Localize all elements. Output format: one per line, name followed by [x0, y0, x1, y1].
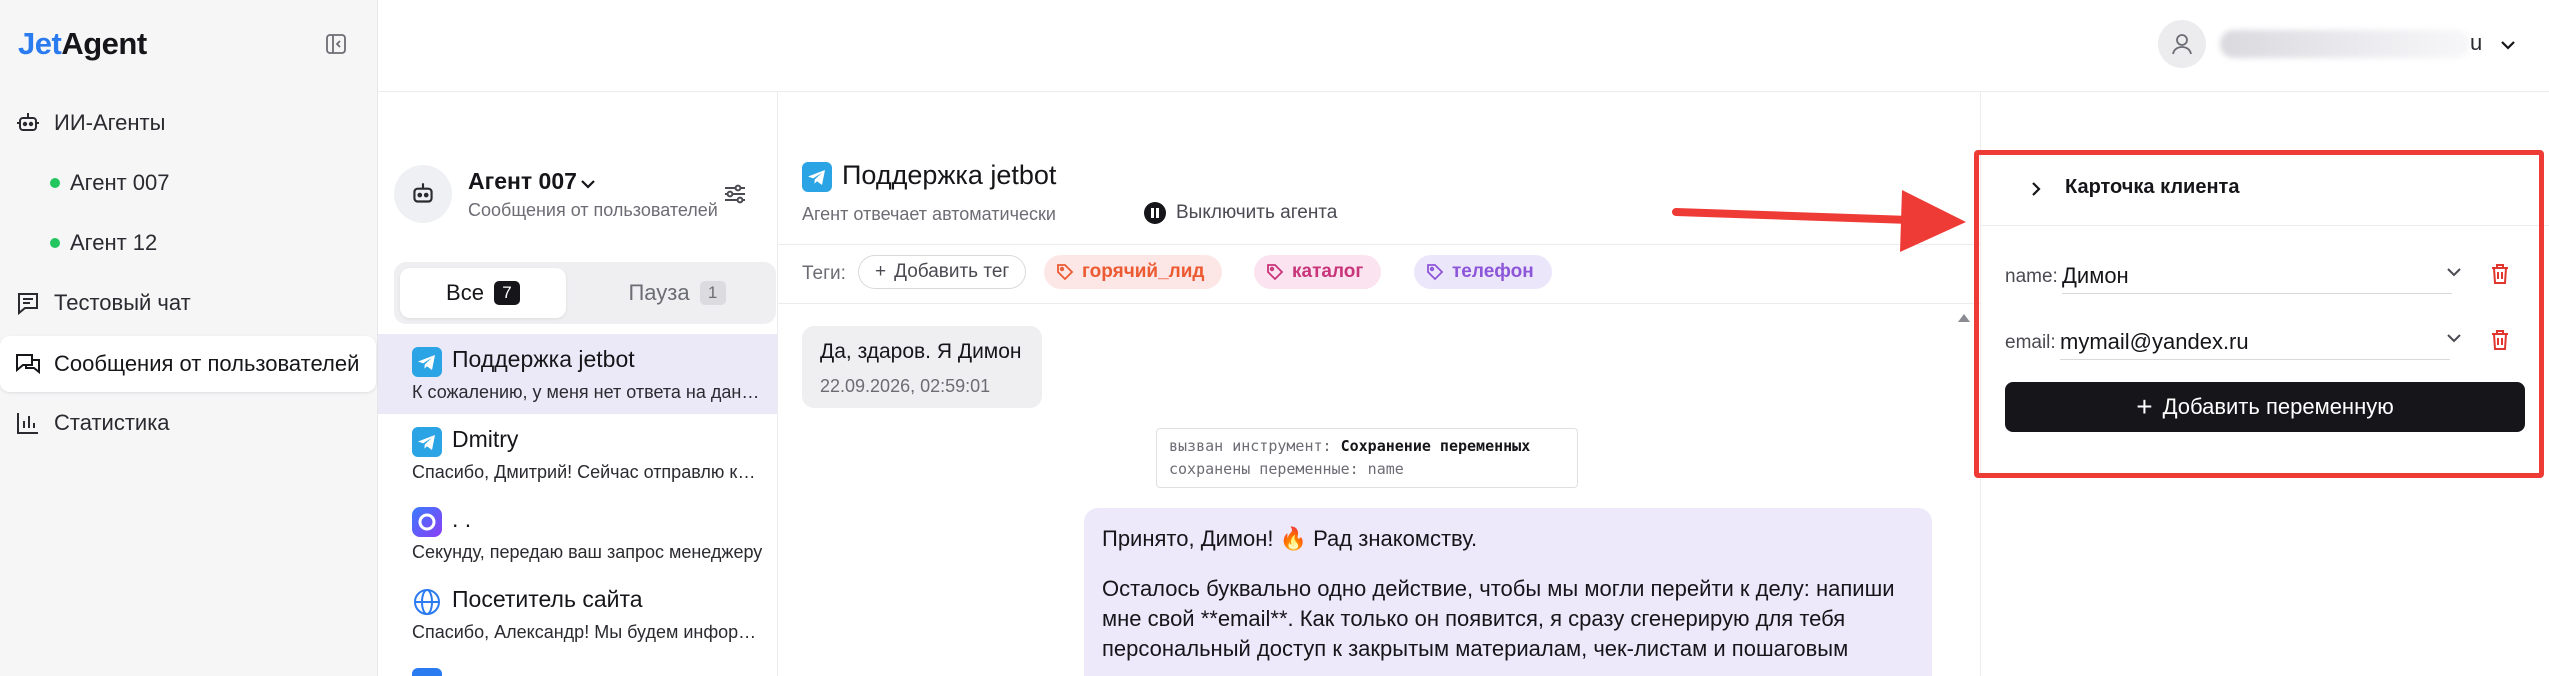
incoming-message: Да, здаров. Я Димон 22.09.2026, 02:59:01 [802, 326, 1042, 408]
conversation-item[interactable]: Поддержка jetbot К сожалению, у меня нет… [378, 334, 777, 414]
user-icon [2172, 34, 2192, 55]
robot-icon [413, 183, 433, 203]
count-badge: 1 [699, 281, 726, 305]
count-badge: 7 [493, 281, 520, 305]
sidebar-item-test-chat[interactable]: Тестовый чат [0, 274, 378, 332]
user-email-redacted[interactable] [2220, 30, 2470, 58]
sidebar-item-label: Агент 12 [70, 230, 158, 255]
conversation-filter-tabs: Все 7 Пауза 1 [394, 262, 776, 324]
highlight-box [1974, 150, 2544, 478]
chevron-down-icon[interactable] [578, 174, 598, 194]
tag-chip[interactable]: каталог [1254, 255, 1382, 289]
status-dot [50, 178, 60, 188]
tag-icon [1057, 264, 1074, 281]
annotation-arrow-icon [1672, 190, 1966, 252]
sidebar: JetAgent ИИ-Агенты Агент 007 Агент 12 Те… [0, 0, 378, 676]
plus-icon: + [875, 261, 887, 282]
chat-title: Поддержка jetbot [842, 160, 1057, 190]
conversation-panel: Агент 007 Сообщения от пользователей Все… [378, 92, 778, 676]
sidebar-item-label: Агент 007 [70, 170, 170, 195]
filter-settings-icon[interactable] [721, 180, 749, 208]
scroll-up-arrow[interactable] [1958, 314, 1970, 322]
tag-icon [1267, 264, 1284, 281]
telegram-icon [412, 347, 442, 377]
tags-label: Теги: [802, 263, 846, 284]
agent-subtitle: Сообщения от пользователей [468, 200, 718, 220]
chevron-down-icon[interactable] [2497, 34, 2519, 56]
tool-name: Сохранение переменных [1340, 437, 1531, 455]
sidebar-item-label: ИИ-Агенты [54, 110, 166, 135]
telegram-icon [802, 162, 832, 192]
conversation-item-partial [412, 668, 442, 676]
collapse-sidebar-icon[interactable] [324, 32, 348, 56]
tool-call-log: вызван инструмент: Сохранение переменных… [1156, 428, 1578, 488]
globe-icon [414, 589, 440, 615]
sidebar-item-agent-007[interactable]: Агент 007 [0, 158, 378, 208]
chat-mode-text: Агент отвечает автоматически [802, 204, 1056, 224]
sidebar-item-label: Тестовый чат [54, 290, 191, 315]
agent-selector[interactable]: Агент 007 [468, 168, 577, 195]
message-timestamp: 22.09.2026, 02:59:01 [820, 376, 991, 396]
messages-icon [16, 354, 40, 375]
app-logo[interactable]: JetAgent [18, 26, 147, 62]
user-email-suffix: u [2470, 30, 2483, 55]
robot-icon [17, 113, 39, 131]
sidebar-item-agent-12[interactable]: Агент 12 [0, 218, 378, 268]
conversation-item[interactable]: Dmitry Спасибо, Дмитрий! Сейчас отправлю… [378, 414, 777, 494]
tag-chip[interactable]: горячий_лид [1044, 255, 1223, 289]
stats-icon [17, 413, 38, 434]
tab-pause[interactable]: Пауза 1 [584, 268, 770, 318]
sidebar-item-label: Статистика [54, 410, 170, 435]
sidebar-item-ai-agents[interactable]: ИИ-Агенты [0, 94, 378, 152]
sidebar-item-user-messages[interactable]: Сообщения от пользователей [0, 335, 378, 393]
sidebar-item-label: Сообщения от пользователей [54, 351, 360, 376]
sidebar-item-statistics[interactable]: Статистика [0, 394, 378, 452]
max-icon [412, 507, 442, 537]
telegram-icon [412, 427, 442, 457]
conversation-item[interactable]: . . Секунду, передаю ваш запрос менеджер… [378, 494, 777, 574]
tag-chip[interactable]: телефон [1414, 255, 1552, 289]
message-text: Да, здаров. Я Димон [820, 340, 1022, 363]
add-tag-button[interactable]: + Добавить тег [858, 255, 1027, 289]
disable-agent-button[interactable]: Выключить агента [1144, 202, 1337, 224]
user-avatar[interactable] [2158, 20, 2206, 68]
status-dot [50, 238, 60, 248]
pause-icon [1144, 202, 1166, 224]
chat-icon [18, 293, 38, 316]
agent-avatar [394, 165, 452, 223]
outgoing-message: Принято, Димон! 🔥 Рад знакомству. Остало… [1084, 508, 1932, 676]
tag-icon [1427, 264, 1444, 281]
tab-all[interactable]: Все 7 [400, 268, 566, 318]
conversation-item[interactable]: Посетитель сайта Спасибо, Александр! Мы … [378, 574, 777, 654]
